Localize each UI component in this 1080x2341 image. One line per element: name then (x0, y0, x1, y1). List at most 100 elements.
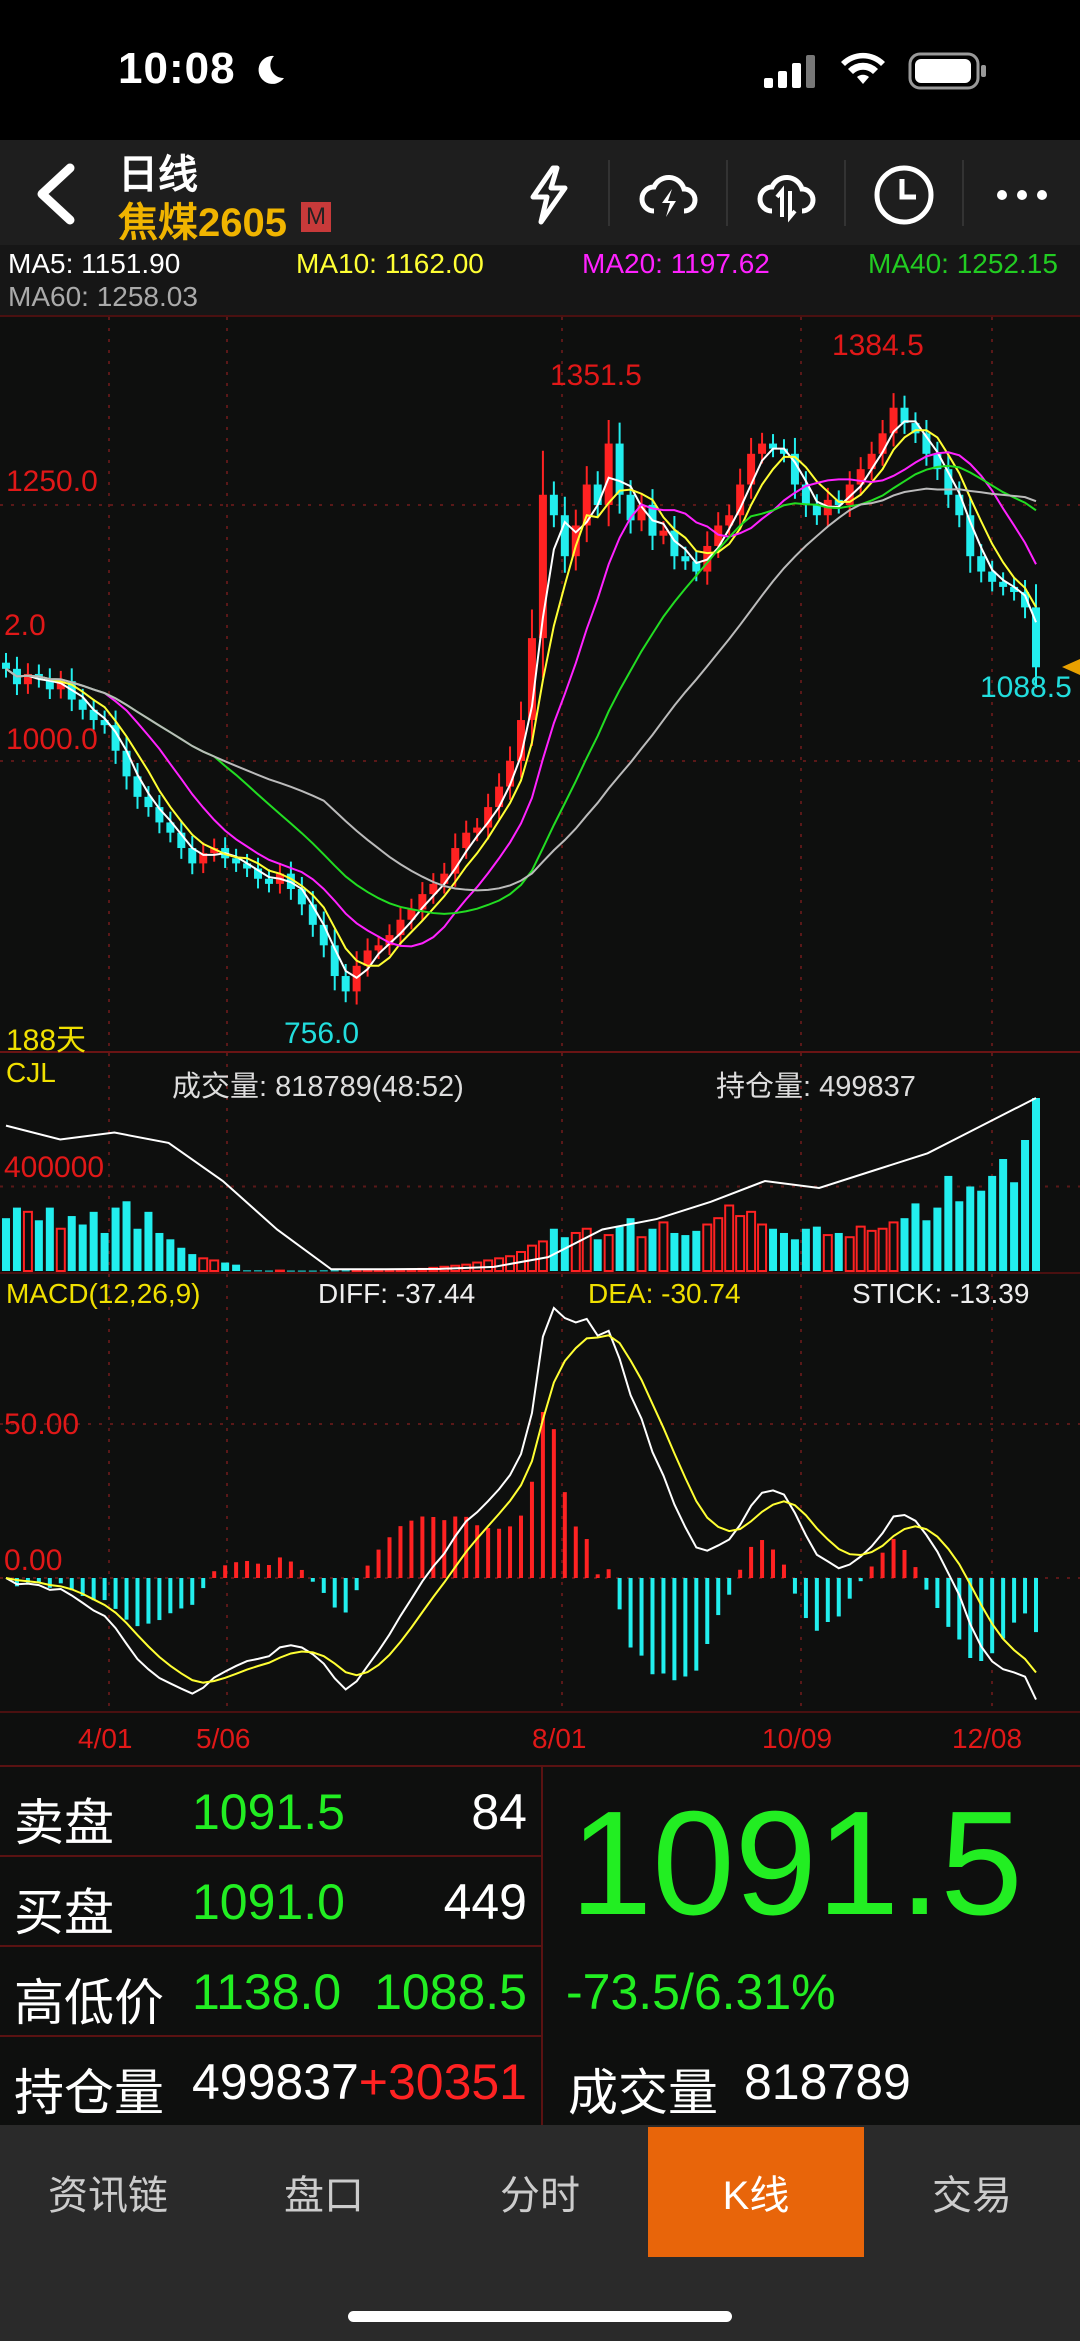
quote-row-bid: 买盘 1091.0 449 (0, 1857, 541, 1947)
volume-bar (866, 1229, 877, 1272)
volume-bar (911, 1203, 920, 1271)
macd-dea: DEA: -30.74 (588, 1278, 741, 1309)
high-marker-1: 1351.5 (550, 359, 642, 392)
low-marker: 756.0 (284, 1017, 360, 1050)
volume-bar (67, 1216, 76, 1271)
quote-row-high-low: 高低价 1138.0 1088.5 (0, 1947, 541, 2037)
macd-diff: DIFF: -37.44 (318, 1278, 476, 1309)
row-qty: 84 (471, 1784, 527, 1840)
volume-label-400000: 400000 (4, 1151, 105, 1184)
volume-bar (45, 1207, 54, 1271)
symbol-name: 焦煤2605 (118, 201, 287, 245)
volume-bar (22, 1210, 33, 1272)
diff-line (5, 1306, 1037, 1700)
volume-bar (78, 1224, 87, 1271)
volume-bar (988, 1175, 997, 1271)
home-indicator (348, 2311, 732, 2322)
date-axis: 4/01 5/06 8/01 10/09 12/08 (0, 1713, 1080, 1765)
volume-bar (89, 1211, 98, 1271)
volume-bar (855, 1225, 866, 1272)
ma40-value: MA40: 1252.15 (868, 248, 1058, 279)
candle-body (341, 976, 350, 992)
volume-bar (166, 1239, 175, 1271)
candle-body (593, 484, 602, 505)
tab-intraday[interactable]: 分时 (432, 2127, 648, 2257)
status-bar: 10:08 (0, 0, 1080, 140)
volume-bar (966, 1186, 975, 1271)
macd-label-50: 50.00 (4, 1408, 80, 1441)
volume-bar (55, 1227, 66, 1272)
back-button[interactable] (30, 162, 82, 226)
quote-row-open-interest: 持仓量 499837 +30351 (0, 2037, 541, 2127)
volume-bar (757, 1223, 768, 1272)
volume-bar (549, 1228, 558, 1271)
lightning-icon[interactable] (508, 160, 588, 230)
candle-body (374, 945, 383, 951)
status-time: 10:08 (118, 44, 236, 93)
volume-svg (0, 1053, 1080, 1272)
volume-bar (692, 1230, 701, 1271)
last-price: 1091.5 (570, 1781, 1023, 1946)
kline-chart[interactable]: 1250.0 2.0 1000.0 1351.5 1384.5 756.0 10… (0, 315, 1080, 1057)
volume-bar (955, 1201, 964, 1271)
volume-bar (198, 1257, 209, 1272)
ma60-line (5, 487, 1037, 892)
date-label: 10/09 (762, 1723, 833, 1754)
bottom-tab-bar: 资讯链 盘口 分时 K线 交易 (0, 2125, 1080, 2341)
wifi-icon (841, 52, 885, 84)
row-oi-change: +30351 (358, 2054, 527, 2110)
more-icon[interactable] (982, 160, 1062, 230)
volume-bar (626, 1218, 635, 1271)
volume-bar (1010, 1182, 1019, 1271)
volume-bar (34, 1220, 43, 1271)
nav-header: 日线 焦煤2605 M (0, 140, 1080, 245)
date-label: 5/06 (196, 1723, 251, 1754)
cloud-lightning-icon[interactable] (628, 160, 708, 230)
ma40-line (5, 464, 1037, 915)
tab-order-book[interactable]: 盘口 (216, 2127, 432, 2257)
macd-panel[interactable]: MACD(12,26,9) DIFF: -37.44 DEA: -30.74 S… (0, 1272, 1080, 1715)
volume-bar (209, 1259, 220, 1272)
candle-body (495, 786, 504, 808)
macd-svg (0, 1274, 1080, 1715)
candle-body (615, 443, 624, 495)
candle-body (681, 556, 690, 562)
volume-bar (133, 1228, 142, 1271)
cloud-sync-icon[interactable] (746, 160, 826, 230)
divider (608, 160, 610, 226)
volume-bar (801, 1228, 810, 1271)
divider (962, 160, 964, 226)
quote-row-ask: 卖盘 1091.5 84 (0, 1767, 541, 1857)
tab-kline[interactable]: K线 (648, 2127, 864, 2257)
volume-bar (155, 1232, 164, 1271)
row-label: 买盘 (14, 1885, 114, 1941)
clock-icon[interactable] (864, 160, 944, 230)
row-low: 1088.5 (374, 1964, 527, 2020)
volume-bar (900, 1218, 909, 1271)
high-marker-2: 1384.5 (832, 329, 924, 362)
volume-bar (735, 1215, 746, 1272)
row-price: 1091.0 (192, 1874, 345, 1930)
tab-trade[interactable]: 交易 (864, 2127, 1080, 2257)
macd-indicator-name: MACD(12,26,9) (6, 1278, 201, 1309)
row-price: 1091.5 (192, 1784, 345, 1840)
candle-body (297, 889, 306, 905)
volume-panel[interactable]: CJL 成交量: 818789(48:52) 持仓量: 499837 40000… (0, 1053, 1080, 1272)
row-high: 1138.0 (192, 1964, 342, 2020)
date-label: 8/01 (532, 1723, 587, 1754)
volume-readout: 成交量: 818789(48:52) (172, 1071, 464, 1103)
volume-bar (746, 1210, 757, 1272)
price-label-1250: 1250.0 (6, 465, 98, 498)
divider (726, 160, 728, 226)
volume-bar (221, 1262, 230, 1271)
volume-bar (724, 1204, 735, 1272)
volume-bar (12, 1207, 21, 1271)
volume-bar (636, 1236, 647, 1272)
ma10-value: MA10: 1162.00 (296, 248, 484, 279)
volume-bar (2, 1218, 10, 1271)
volume-bar (933, 1207, 942, 1271)
tab-news-chain[interactable]: 资讯链 (0, 2127, 216, 2257)
open-interest-readout: 持仓量: 499837 (716, 1071, 916, 1103)
volume-bar (1021, 1140, 1030, 1271)
volume-bar (977, 1190, 986, 1271)
